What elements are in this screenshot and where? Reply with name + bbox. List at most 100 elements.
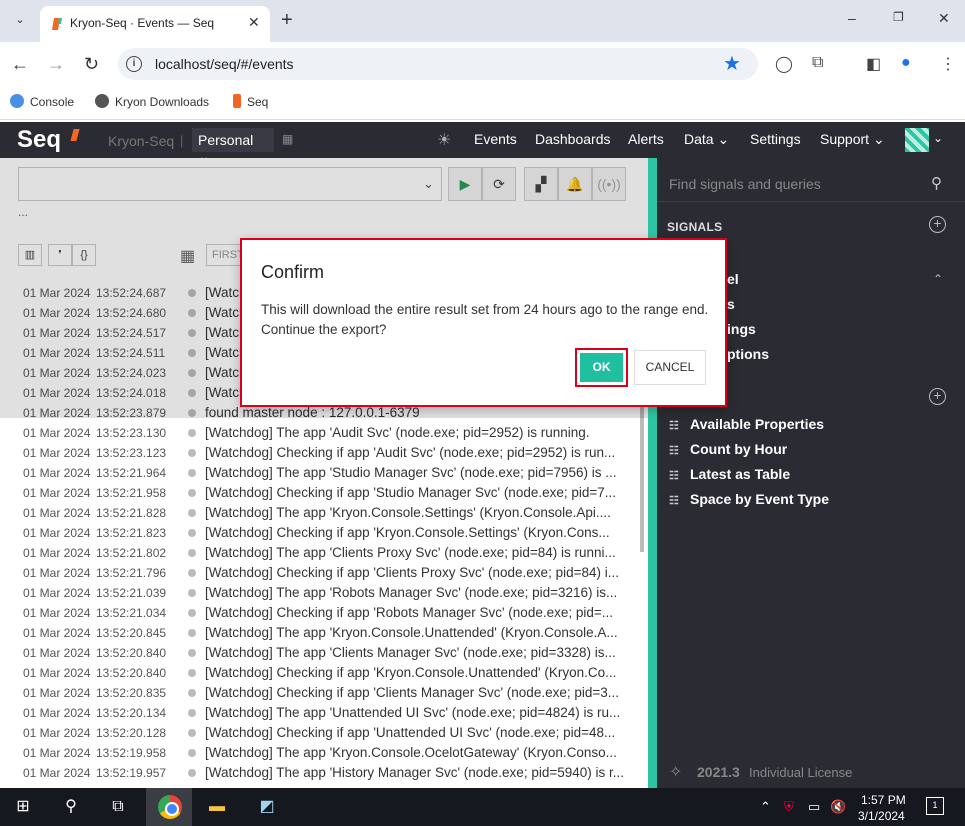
profile-icon[interactable]: ● [901, 54, 911, 72]
seq-logo[interactable]: Seq [17, 126, 61, 154]
network-icon[interactable]: ▭ [808, 799, 820, 815]
theme-toggle-icon[interactable]: ☀ [437, 130, 451, 150]
event-message: [Watchdog] The app 'Unattended UI Svc' (… [205, 705, 621, 720]
nav-data[interactable]: Data ⌄ [684, 131, 729, 148]
browser-menu-icon[interactable]: ⋮ [940, 54, 956, 74]
query-space-by-event-type[interactable]: ☷ Space by Event Type [669, 491, 829, 511]
cancel-button[interactable]: CANCEL [634, 350, 706, 385]
chrome-icon [158, 795, 182, 819]
event-row[interactable]: 01 Mar 2024 13:52:21.802 [Watchdog] The ap… [0, 542, 640, 562]
bookmark-seq[interactable]: Seq [233, 94, 268, 109]
user-avatar[interactable] [905, 128, 929, 152]
event-row[interactable]: 01 Mar 2024 13:52:20.840 [Watchdog] The ap… [0, 642, 640, 662]
chevron-up-icon[interactable]: ⌃ [933, 272, 943, 286]
window-close-icon[interactable]: ✕ [938, 10, 950, 27]
volume-muted-icon[interactable]: 🔇 [830, 799, 846, 815]
nav-settings[interactable]: Settings [750, 131, 801, 147]
bookmark-star-icon[interactable]: ★ [723, 51, 741, 76]
event-time: 13:52:19.958 [96, 746, 167, 760]
tab-close-icon[interactable]: ✕ [248, 14, 260, 31]
event-row[interactable]: 01 Mar 2024 13:52:23.123 [Watchdog] Checki… [0, 442, 640, 462]
globe-icon [95, 94, 109, 108]
event-row[interactable]: 01 Mar 2024 13:52:20.845 [Watchdog] The ap… [0, 622, 640, 642]
event-time: 13:52:20.835 [96, 686, 167, 700]
url-omnibox[interactable]: i localhost/seq/#/events ★ [118, 48, 758, 80]
ok-button[interactable]: OK [580, 353, 623, 382]
workspace-selector[interactable]: Personal ⌄ [192, 128, 274, 164]
event-row[interactable]: 01 Mar 2024 13:52:21.958 [Watchdog] Checki… [0, 482, 640, 502]
event-row[interactable]: 01 Mar 2024 13:52:21.796 [Watchdog] Checki… [0, 562, 640, 582]
browser-tab[interactable]: Kryon-Seq · Events — Seq ✕ [40, 6, 270, 42]
minimize-icon[interactable]: – [848, 10, 856, 26]
chevron-down-icon: ⌄ [717, 131, 730, 147]
event-message: [Watchdog] The app 'Studio Manager Svc' … [205, 465, 617, 480]
event-date: 01 Mar 2024 [23, 526, 91, 540]
event-row[interactable]: 01 Mar 2024 13:52:21.039 [Watchdog] The ap… [0, 582, 640, 602]
event-row[interactable]: 01 Mar 2024 13:52:19.957 [Watchdog] The ap… [0, 762, 640, 782]
event-level-dot-icon [188, 469, 196, 477]
nav-dashboards[interactable]: Dashboards [535, 131, 611, 147]
restore-icon[interactable]: ❐ [893, 10, 904, 24]
event-level-dot-icon [188, 709, 196, 717]
signal-item[interactable]: ings [727, 321, 756, 337]
app-window-icon[interactable]: ◩ [252, 788, 282, 826]
event-row[interactable]: 01 Mar 2024 13:52:20.840 [Watchdog] Checki… [0, 662, 640, 682]
signals-search-input[interactable]: Find signals and queries ⚲ [657, 166, 965, 202]
clock-date[interactable]: 3/1/2024 [858, 809, 905, 823]
bookmark-kryon-downloads[interactable]: Kryon Downloads [95, 94, 209, 109]
new-tab-icon[interactable]: + [281, 9, 293, 31]
nav-alerts[interactable]: Alerts [628, 131, 664, 147]
search-icon[interactable]: ⚲ [931, 174, 942, 192]
license-label: Individual License [749, 765, 853, 780]
console-bookmark-icon [10, 94, 24, 108]
file-explorer-icon[interactable]: ▬ [202, 788, 232, 826]
add-query-icon[interactable]: + [929, 388, 946, 405]
nav-events[interactable]: Events [474, 131, 517, 147]
event-row[interactable]: 01 Mar 2024 13:52:20.134 [Watchdog] The ap… [0, 702, 640, 722]
side-panel-icon[interactable]: ◧ [866, 54, 881, 74]
confirm-dialog: Confirm This will download the entire re… [240, 238, 727, 407]
task-view-icon[interactable]: ⧉ [103, 788, 133, 826]
add-signal-icon[interactable]: + [929, 216, 946, 233]
tab-search-icon[interactable]: ⌄ [10, 10, 30, 30]
reload-icon[interactable]: ↻ [84, 54, 99, 74]
chevron-down-icon: ⌄ [872, 131, 885, 147]
event-row[interactable]: 01 Mar 2024 13:52:21.828 [Watchdog] The ap… [0, 502, 640, 522]
query-count-by-hour[interactable]: ☷ Count by Hour [669, 441, 787, 461]
event-date: 01 Mar 2024 [23, 486, 91, 500]
event-row[interactable]: 01 Mar 2024 13:52:20.835 [Watchdog] Checki… [0, 682, 640, 702]
workspace-save-icon[interactable]: ▦ [282, 132, 293, 146]
event-row[interactable]: 01 Mar 2024 13:52:20.128 [Watchdog] Checki… [0, 722, 640, 742]
event-row[interactable]: 01 Mar 2024 13:52:23.130 [Watchdog] The ap… [0, 422, 640, 442]
event-level-dot-icon [188, 529, 196, 537]
search-icon[interactable]: ⚲ [56, 788, 86, 826]
signal-item[interactable]: s [727, 296, 735, 312]
chevron-down-icon[interactable]: ⌄ [933, 131, 943, 145]
query-label: Count by Hour [690, 441, 788, 457]
windows-start-icon[interactable]: ⊞ [8, 788, 38, 826]
event-row[interactable]: 01 Mar 2024 13:52:21.034 [Watchdog] Checki… [0, 602, 640, 622]
extensions-puzzle-icon[interactable]: ⧉ [812, 54, 823, 72]
event-level-dot-icon [188, 689, 196, 697]
forward-icon[interactable]: → [47, 54, 65, 74]
nav-support[interactable]: Support ⌄ [820, 131, 885, 148]
clock-time[interactable]: 1:57 PM [861, 793, 906, 807]
site-info-icon[interactable]: i [126, 56, 142, 72]
extension-circle-icon[interactable]: ◯ [775, 54, 793, 74]
query-latest-as-table[interactable]: ☷ Latest as Table [669, 466, 790, 486]
event-level-dot-icon [188, 609, 196, 617]
bookmark-console[interactable]: Console [10, 94, 74, 109]
notifications-icon[interactable]: 1 [926, 797, 944, 815]
back-icon[interactable]: ← [11, 54, 29, 74]
tray-chevron-icon[interactable]: ⌃ [760, 799, 771, 815]
bookmark-label: Kryon Downloads [115, 95, 210, 109]
event-row[interactable]: 01 Mar 2024 13:52:21.823 [Watchdog] Checki… [0, 522, 640, 542]
signal-item[interactable]: ptions [727, 346, 769, 362]
taskbar-chrome[interactable] [146, 788, 192, 826]
event-row[interactable]: 01 Mar 2024 13:52:21.964 [Watchdog] The ap… [0, 462, 640, 482]
signal-group-label[interactable]: el [727, 271, 739, 287]
tray-security-icon[interactable]: ⛨ [784, 799, 794, 815]
query-available-properties[interactable]: ☷ Available Properties [669, 416, 824, 436]
event-row[interactable]: 01 Mar 2024 13:52:19.958 [Watchdog] The ap… [0, 742, 640, 762]
tab-title: Kryon-Seq · Events — Seq [70, 16, 215, 30]
